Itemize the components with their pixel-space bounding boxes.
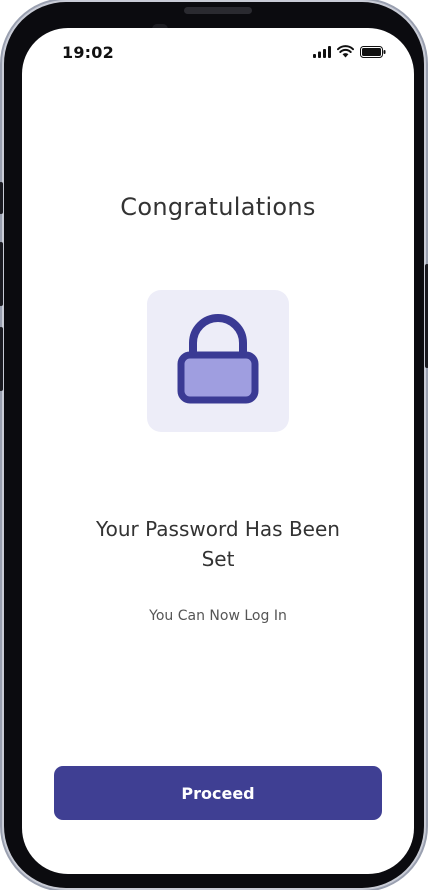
lock-illustration xyxy=(147,290,289,432)
volume-up-button xyxy=(0,242,3,306)
battery-icon xyxy=(360,45,386,58)
status-bar: 19:02 xyxy=(22,28,414,78)
proceed-button[interactable]: Proceed xyxy=(54,766,382,820)
wifi-icon xyxy=(337,45,354,58)
success-subtext: You Can Now Log In xyxy=(149,608,287,624)
signal-icon xyxy=(313,45,331,58)
earpiece-speaker xyxy=(184,7,252,14)
volume-down-button xyxy=(0,327,3,391)
status-icons xyxy=(313,45,386,58)
silent-switch xyxy=(0,182,3,214)
page-title: Congratulations xyxy=(120,193,316,221)
phone-frame: 19:02 Congratulations Your Password Has … xyxy=(0,2,428,888)
status-time: 19:02 xyxy=(62,43,114,62)
lock-icon xyxy=(177,314,259,404)
success-headline: Your Password Has Been Set xyxy=(96,517,340,571)
app-screen: 19:02 Congratulations Your Password Has … xyxy=(22,28,414,874)
